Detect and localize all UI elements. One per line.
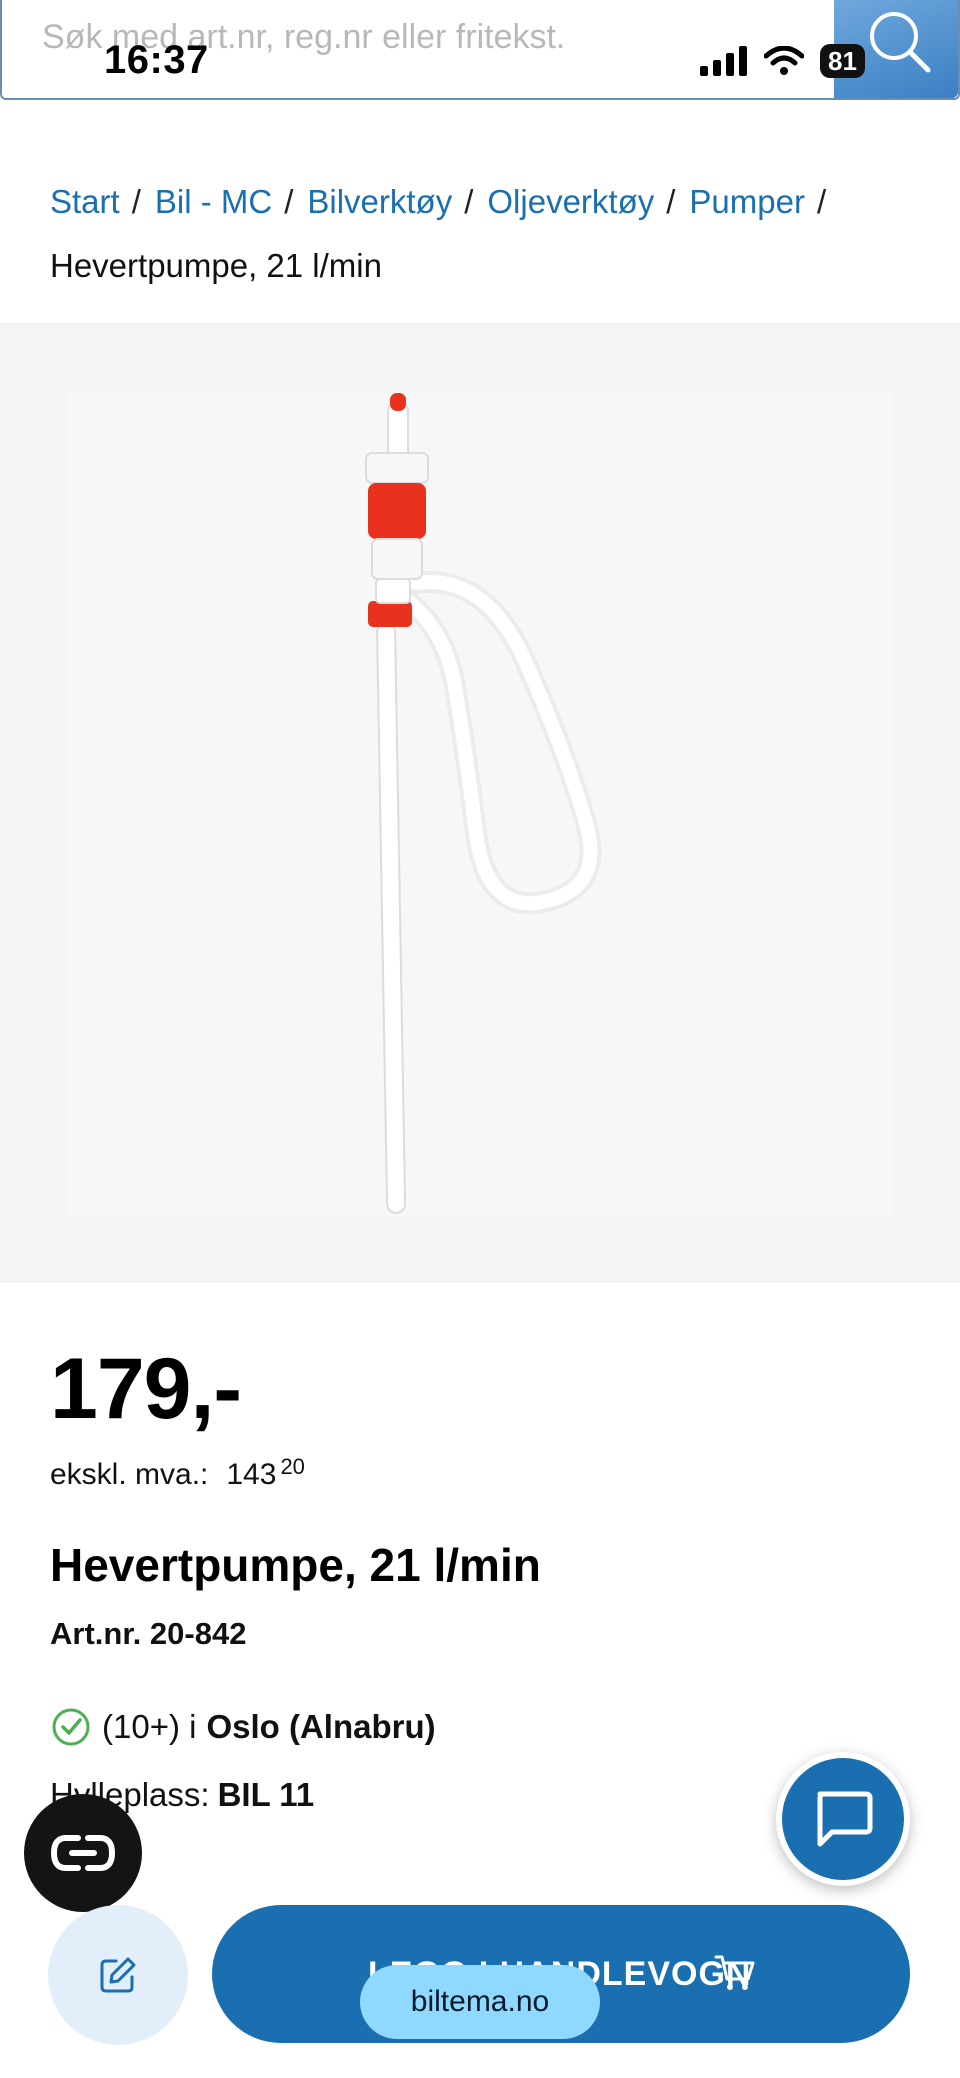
breadcrumb-separator: / — [816, 183, 827, 220]
ex-vat-label: ekskl. mva.: — [50, 1458, 209, 1491]
store-name[interactable]: Oslo (Alnabru) — [206, 1708, 435, 1746]
shelf-value: BIL 11 — [217, 1776, 315, 1813]
cart-icon — [714, 1955, 755, 1990]
breadcrumb: Start / Bil - MC / Bilverktøy / Oljeverktøy / Pu… — [50, 170, 920, 298]
breadcrumb-bil-mc[interactable]: Bil - MC — [155, 183, 272, 220]
signal-icon — [700, 46, 747, 76]
chat-button[interactable] — [776, 1752, 910, 1886]
stock-count: (10+) i — [102, 1708, 197, 1745]
breadcrumb-separator: / — [666, 183, 676, 220]
wifi-icon — [764, 46, 804, 75]
link-icon — [50, 1835, 116, 1871]
product-title: Hevertpumpe, 21 l/min — [50, 1539, 541, 1591]
breadcrumb-current: Hevertpumpe, 21 l/min — [50, 247, 382, 284]
ex-vat-cents: 20 — [280, 1454, 305, 1479]
note-button[interactable] — [48, 1905, 188, 2045]
stock-status[interactable]: (10+) i Oslo (Alnabru) — [50, 1706, 436, 1748]
edit-icon — [100, 1957, 136, 1993]
breadcrumb-separator: / — [284, 183, 294, 220]
battery-indicator: 81 — [820, 44, 865, 78]
product-image-area[interactable] — [0, 323, 960, 1283]
status-icons: 81 — [700, 44, 865, 78]
browser-url-pill[interactable]: biltema.no — [360, 1965, 600, 2039]
siphon-pump-image — [365, 393, 602, 1214]
breadcrumb-start[interactable]: Start — [50, 183, 120, 220]
product-image[interactable] — [66, 393, 894, 1217]
check-circle-icon — [52, 1708, 90, 1746]
article-number: Art.nr. 20-842 — [50, 1616, 247, 1651]
product-price: 179,- — [50, 1341, 242, 1437]
chat-icon — [817, 1791, 873, 1847]
status-time: 16:37 — [104, 38, 209, 82]
search-icon — [870, 12, 931, 73]
price-ex-vat: ekskl. mva.: 143 20 — [50, 1454, 305, 1492]
breadcrumb-pumper[interactable]: Pumper — [689, 183, 805, 220]
ex-vat-value: 143 — [226, 1458, 277, 1491]
breadcrumb-separator: / — [464, 183, 474, 220]
breadcrumb-separator: / — [131, 183, 141, 220]
breadcrumb-oljeverktoy[interactable]: Oljeverktøy — [487, 183, 654, 220]
accessibility-button[interactable] — [24, 1794, 142, 1912]
breadcrumb-bilverktoy[interactable]: Bilverktøy — [307, 183, 452, 220]
